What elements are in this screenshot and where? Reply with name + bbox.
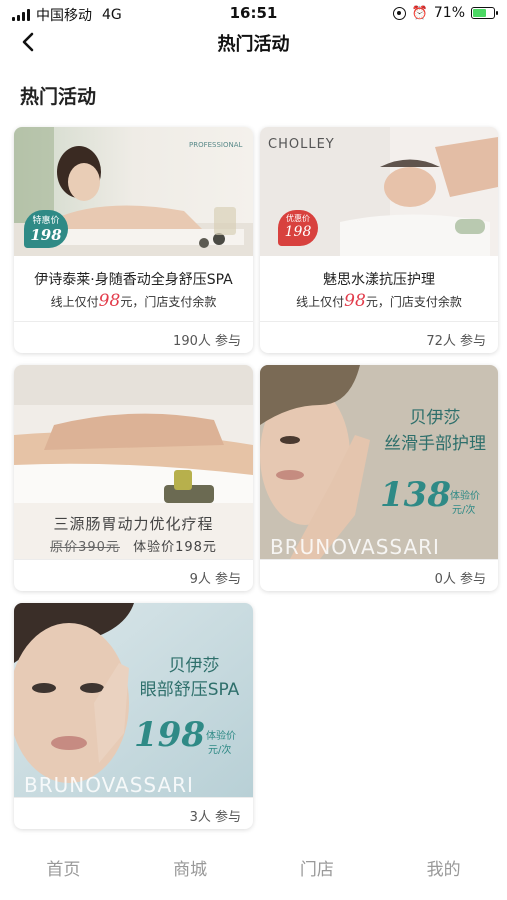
participants-count: 3人 参与: [189, 810, 241, 825]
participants-count: 9人 参与: [189, 572, 241, 587]
page-title: 热门活动: [217, 34, 290, 55]
battery-icon: [471, 7, 498, 19]
brand-watermark: BRUNOVASSARI: [270, 535, 440, 559]
activity-card-spa[interactable]: PROFESSIONAL 特惠价 198 伊诗泰莱·身随香动全身舒压SPA 线上…: [14, 127, 253, 353]
card-image: 贝伊莎 丝滑手部护理 138 体验价 元/次 BRUNOVASSARI: [260, 365, 498, 559]
price-badge: 特惠价 198: [24, 210, 68, 248]
price-suffix: 元，门店支付余款: [365, 295, 462, 309]
activity-card-hand[interactable]: 贝伊莎 丝滑手部护理 138 体验价 元/次 BRUNOVASSARI 0人 参…: [260, 365, 498, 591]
divider: [14, 559, 253, 560]
tab-bar: 首页 商城 门店 我的: [0, 850, 507, 890]
card-title: 伊诗泰莱·身随香动全身舒压SPA: [34, 272, 233, 288]
participants-count: 72人 参与: [426, 334, 486, 349]
photo-caption: 三源肠胃动力优化疗程: [53, 515, 214, 533]
status-bar: 中国移动 4G 16:51 ⏰ 71%: [0, 0, 507, 28]
badge-label: 优惠价: [286, 214, 310, 223]
card-image: 贝伊莎 眼部舒压SPA 198 体验价 元/次 BRUNOVASSARI: [14, 603, 253, 797]
activity-card-eye[interactable]: 贝伊莎 眼部舒压SPA 198 体验价 元/次 BRUNOVASSARI 3人 …: [14, 603, 253, 829]
nav-bar: 热门活动: [0, 28, 507, 58]
promo-price: 198: [134, 715, 205, 755]
promo-unit-2: 元/次: [208, 745, 232, 756]
promo-title-1: 贝伊莎: [168, 656, 220, 676]
screen-lock-icon: [392, 6, 406, 20]
photo-price-line: 原价390元 体验价198元: [14, 536, 253, 555]
promo-title-2: 眼部舒压SPA: [139, 680, 240, 700]
tab-store[interactable]: 门店: [254, 850, 381, 890]
original-price: 原价390元: [50, 540, 120, 555]
price-value: 98: [344, 291, 366, 311]
badge-label: 特惠价: [32, 216, 60, 226]
price-badge: 优惠价 198: [278, 210, 318, 246]
activity-card-gut[interactable]: 三源肠胃动力优化疗程 原价390元 体验价198元 9人 参与: [14, 365, 253, 591]
battery-label: 71%: [433, 5, 465, 21]
tab-home[interactable]: 首页: [0, 850, 127, 890]
promo-unit-1: 体验价: [206, 731, 236, 742]
card-price: 线上仅付98元，门店支付余款: [14, 291, 253, 311]
price-value: 98: [98, 291, 121, 311]
promo-unit-2: 元/次: [452, 505, 476, 516]
price-prefix: 线上仅付: [296, 295, 345, 309]
tab-mine[interactable]: 我的: [380, 850, 507, 890]
brand-watermark: BRUNOVASSARI: [24, 773, 194, 797]
brand-logo: PROFESSIONAL: [189, 141, 243, 149]
price-prefix: 线上仅付: [50, 295, 99, 309]
card-image: CHOLLEY 优惠价 198: [260, 127, 498, 256]
activity-card-cholley[interactable]: CHOLLEY 优惠价 198 魅思水漾抗压护理 线上仅付98元，门店支付余款 …: [260, 127, 498, 353]
promo-title-1: 贝伊莎: [409, 408, 461, 428]
card-image: 三源肠胃动力优化疗程 原价390元 体验价198元: [14, 365, 253, 559]
participants-count: 0人 参与: [434, 572, 486, 587]
section-title: 热门活动: [20, 86, 97, 108]
badge-price: 198: [30, 226, 62, 244]
tab-mall[interactable]: 商城: [127, 850, 254, 890]
alarm-icon: ⏰: [411, 5, 428, 21]
card-image: PROFESSIONAL 特惠价 198: [14, 127, 253, 256]
card-price: 线上仅付98元，门店支付余款: [260, 291, 498, 311]
promo-title-2: 丝滑手部护理: [384, 434, 486, 454]
divider: [14, 321, 253, 322]
trial-price: 体验价198元: [133, 540, 217, 555]
divider: [260, 321, 498, 322]
promo-price: 138: [380, 475, 451, 515]
divider: [14, 797, 253, 798]
promo-unit-1: 体验价: [450, 491, 480, 502]
brand-logo: CHOLLEY: [268, 137, 335, 152]
participants-count: 190人 参与: [173, 334, 241, 349]
card-title: 魅思水漾抗压护理: [323, 272, 435, 288]
status-right: ⏰ 71%: [392, 5, 498, 21]
divider: [260, 559, 498, 560]
badge-price: 198: [284, 224, 312, 240]
price-suffix: 元，门店支付余款: [120, 295, 217, 309]
